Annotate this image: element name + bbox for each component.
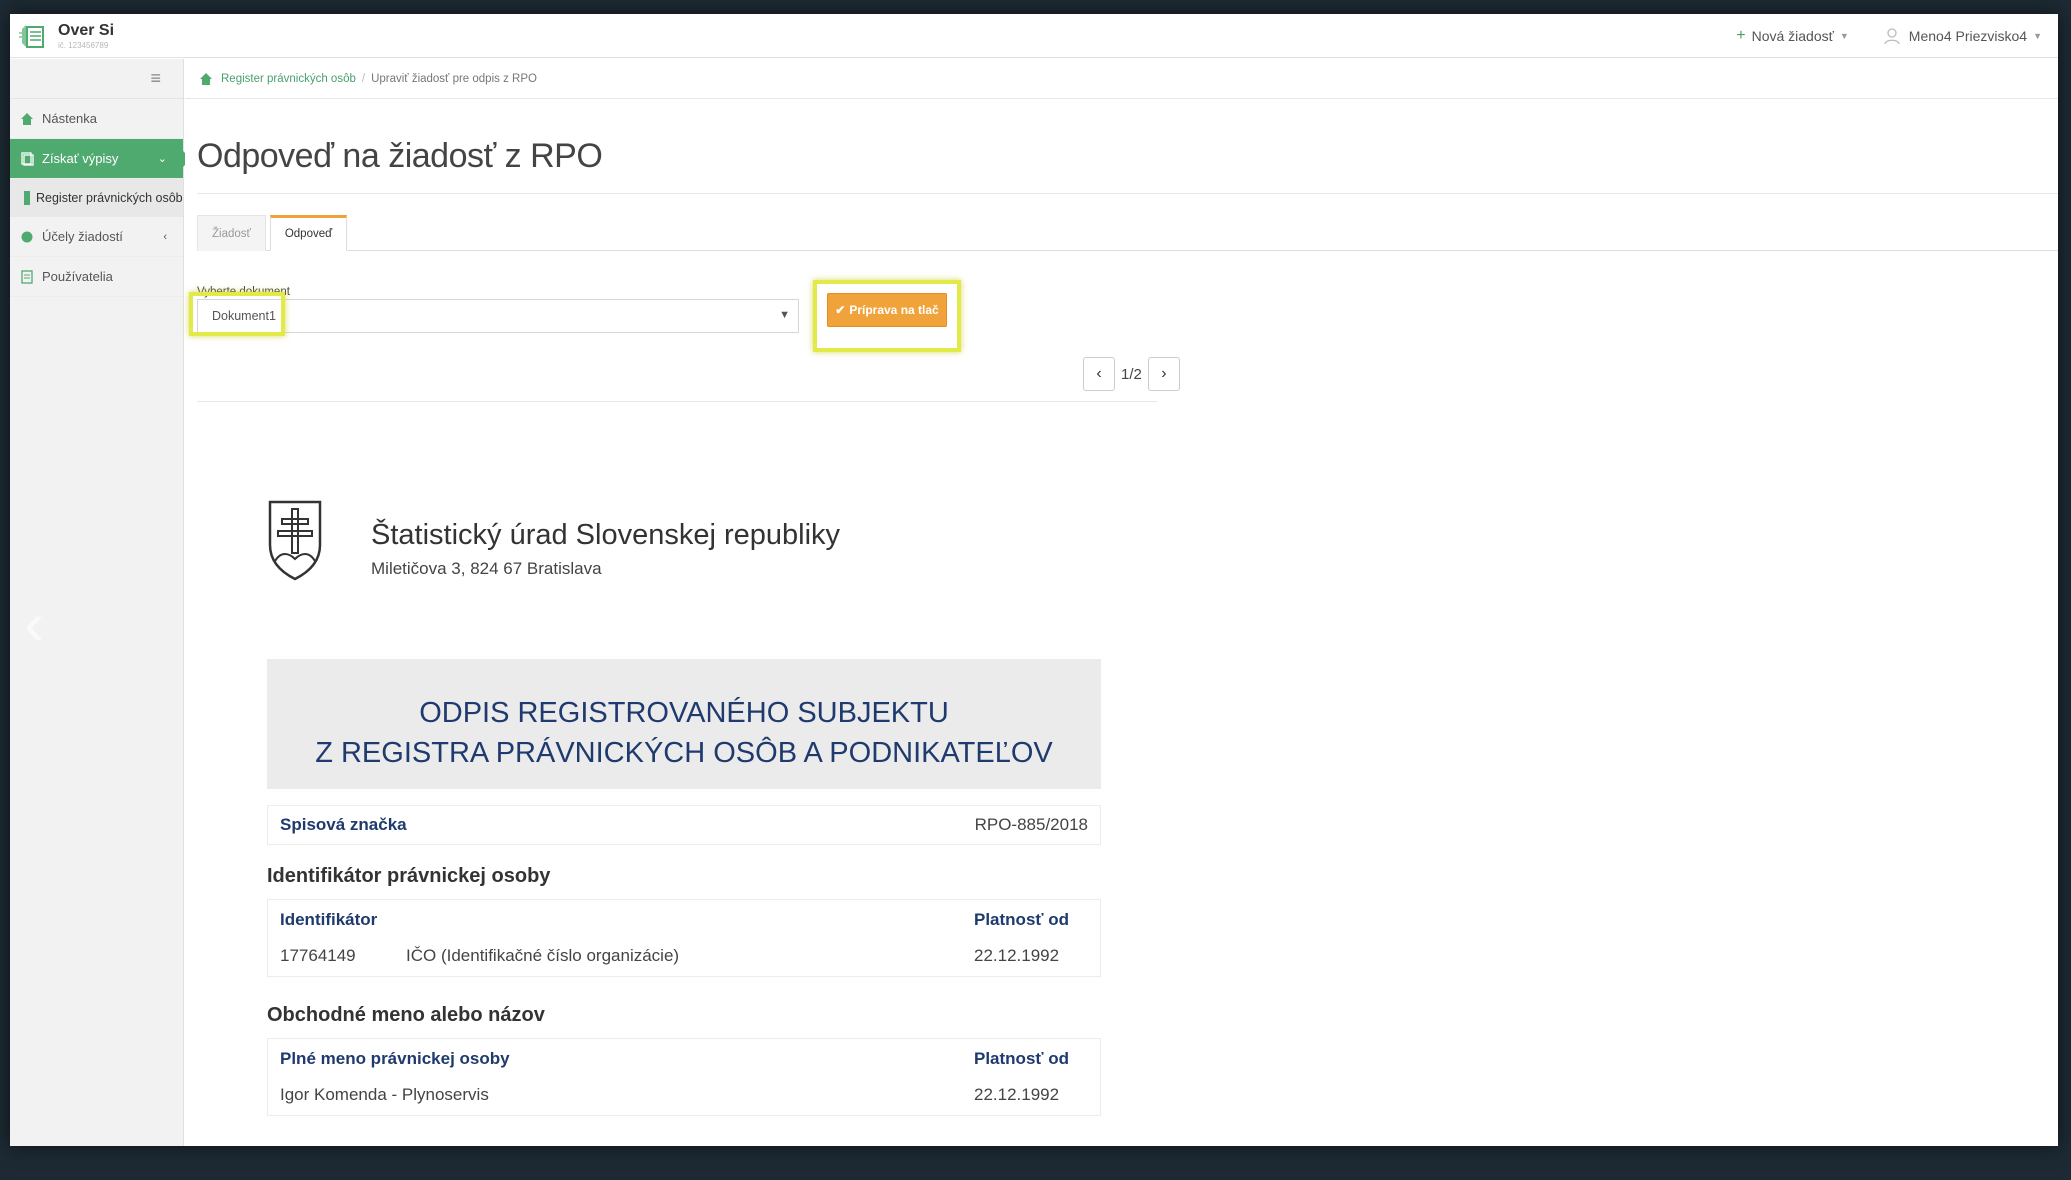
brand-name: Over Si — [58, 21, 115, 39]
user-menu[interactable]: Meno4 Priezvisko4 ▼ — [1883, 27, 2042, 45]
next-page-button[interactable]: › — [1147, 357, 1180, 391]
sidebar-item-label: Používatelia — [42, 269, 113, 284]
home-icon — [21, 112, 33, 125]
chevron-left-icon: ‹ — [24, 590, 44, 657]
hamburger-icon: ≡ — [150, 68, 161, 88]
tab-request[interactable]: Žiadosť — [197, 215, 266, 251]
identifier-type: IČO (Identifikačné číslo organizácie) — [406, 946, 680, 965]
sidebar-item-dashboard[interactable]: Nástenka — [10, 99, 183, 139]
print-button-label: Príprava na tlač — [849, 303, 939, 317]
print-preparation-button[interactable]: ✔ Príprava na tlač — [827, 293, 947, 327]
dropdown-arrow-icon: ▼ — [779, 309, 790, 321]
brand-logo-icon — [19, 24, 44, 48]
documents-icon — [21, 151, 34, 166]
brand-subtitle: ič. 123456789 — [58, 40, 109, 50]
full-name-value: Igor Komenda - Plynoservis — [280, 1085, 489, 1104]
sidebar-item-request-purposes[interactable]: Účely žiadostí ‹ — [10, 217, 183, 257]
highlight-frame — [189, 292, 285, 336]
breadcrumb-current: Upraviť žiadosť pre odpis z RPO — [371, 72, 537, 85]
main-content: Register právnických osôb / Upraviť žiad… — [185, 59, 2058, 1146]
check-icon: ✔ — [835, 303, 846, 317]
divider — [197, 401, 1157, 402]
document-banner: ODPIS REGISTROVANÉHO SUBJEKTU Z REGISTRA… — [267, 659, 1101, 789]
sidebar-item-users[interactable]: Používatelia — [10, 257, 183, 297]
chevron-down-icon: ⌄ — [157, 153, 167, 165]
document-select[interactable]: Dokument1 ▼ — [197, 299, 799, 333]
name-table: Plné meno právnickej osoby Platnosť od I… — [267, 1038, 1101, 1116]
column-header-full-name: Plné meno právnickej osoby — [280, 1049, 510, 1068]
user-icon — [1884, 27, 1900, 44]
column-header-valid-from: Platnosť od — [974, 1049, 1070, 1068]
case-number-label: Spisová značka — [280, 815, 407, 834]
identifier-valid-from: 22.12.1992 — [974, 946, 1060, 965]
chevron-left-icon: ‹ — [163, 230, 167, 243]
name-section-title: Obchodné meno alebo názov — [267, 1004, 545, 1026]
column-header-valid-from: Platnosť od — [974, 910, 1070, 929]
document-icon — [24, 191, 30, 205]
globe-icon — [21, 231, 33, 242]
case-number-value: RPO-885/2018 — [974, 815, 1088, 834]
identifier-table: Identifikátor Platnosť od 17764149 IČO (… — [267, 899, 1101, 977]
organization-name: Štatistický úrad Slovenskej republiky — [371, 519, 841, 551]
pager: ‹ 1/2 › — [1083, 357, 1180, 391]
app-window: Over Si ič. 123456789 + Nová žiadosť ▼ M… — [10, 14, 2058, 1146]
coat-of-arms-icon — [268, 500, 322, 581]
page-title: Odpoveď na žiadosť z RPO — [197, 137, 603, 175]
sidebar-item-label: Nástenka — [42, 111, 97, 126]
name-valid-from: 22.12.1992 — [974, 1085, 1060, 1104]
sidebar-item-label: Register právnických osôb — [36, 191, 183, 205]
top-header: Over Si ič. 123456789 + Nová žiadosť ▼ M… — [10, 14, 2058, 58]
chevron-down-icon: ▼ — [1839, 30, 1849, 41]
document-title-line-1: ODPIS REGISTROVANÉHO SUBJEKTU — [419, 697, 949, 729]
identifier-section-title: Identifikátor právnickej osoby — [267, 865, 551, 887]
sidebar-subitem-rpo[interactable]: Register právnických osôb — [10, 179, 183, 217]
column-header-identifier: Identifikátor — [280, 910, 378, 929]
sidebar-item-label: Účely žiadostí — [42, 229, 123, 244]
sidebar-item-get-extracts[interactable]: Získať výpisy ⌄ — [10, 139, 191, 179]
breadcrumb-link-rpo[interactable]: Register právnických osôb — [221, 73, 356, 85]
new-request-label: Nová žiadosť — [1751, 27, 1834, 44]
document-title-line-2: Z REGISTRA PRÁVNICKÝCH OSÔB A PODNIKATEĽ… — [315, 737, 1053, 769]
brand[interactable]: Over Si ič. 123456789 — [10, 14, 114, 58]
chevron-down-icon: ▼ — [2033, 30, 2042, 41]
new-request-menu[interactable]: + Nová žiadosť ▼ — [1736, 27, 1849, 45]
tab-response[interactable]: Odpoveď — [269, 215, 348, 251]
previous-page-button[interactable]: ‹ — [1083, 357, 1115, 391]
case-number-row: Spisová značka RPO-885/2018 — [267, 805, 1101, 845]
users-icon — [21, 269, 33, 284]
chevron-right-icon: › — [1161, 365, 1167, 382]
plus-icon: + — [1736, 26, 1746, 44]
identifier-value: 17764149 — [280, 946, 356, 965]
user-name: Meno4 Priezvisko4 — [1908, 27, 2028, 44]
sidebar-item-label: Získať výpisy — [42, 151, 119, 166]
organization-address: Miletičova 3, 824 67 Bratislava — [371, 559, 602, 578]
divider — [197, 193, 2058, 194]
chevron-left-icon: ‹ — [1096, 365, 1102, 382]
breadcrumb-separator: / — [361, 72, 366, 85]
tab-bar: Žiadosť Odpoveď — [197, 215, 2058, 251]
menu-toggle-button[interactable]: ≡ — [10, 59, 183, 99]
breadcrumb: Register právnických osôb / Upraviť žiad… — [185, 59, 2058, 99]
home-icon[interactable] — [199, 72, 213, 86]
page-indicator: 1/2 — [1121, 365, 1142, 383]
